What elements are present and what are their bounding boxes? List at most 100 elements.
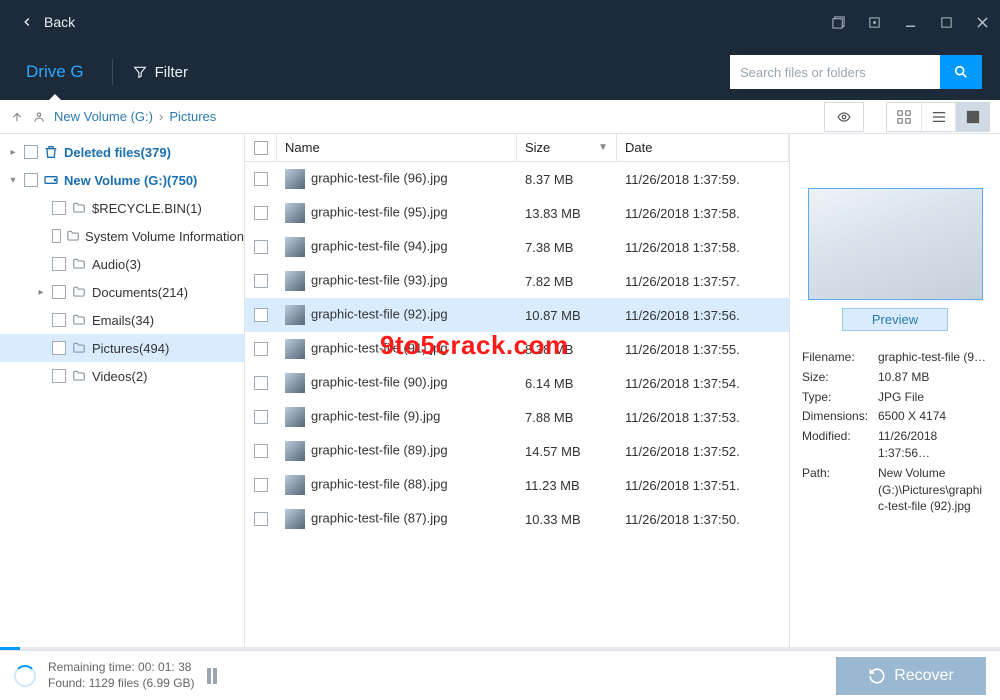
folder-icon (65, 228, 81, 244)
table-row[interactable]: graphic-test-file (93).jpg7.82 MB11/26/2… (245, 264, 789, 298)
checkbox[interactable] (254, 274, 268, 288)
file-date-cell: 11/26/2018 1:37:58. (617, 206, 789, 221)
checkbox[interactable] (254, 206, 268, 220)
tree-item[interactable]: Videos(2) (0, 362, 244, 390)
view-details-button[interactable] (955, 103, 989, 131)
recover-button[interactable]: Recover (836, 657, 986, 695)
checkbox[interactable] (254, 444, 268, 458)
file-date-cell: 11/26/2018 1:37:52. (617, 444, 789, 459)
file-date-cell: 11/26/2018 1:37:50. (617, 512, 789, 527)
table-row[interactable]: graphic-test-file (94).jpg7.38 MB11/26/2… (245, 230, 789, 264)
thumbnail-icon (285, 169, 305, 189)
checkbox[interactable] (52, 257, 66, 271)
scan-status: Remaining time: 00: 01: 38 Found: 1129 f… (48, 660, 195, 691)
search-input[interactable] (730, 55, 940, 89)
tree-item[interactable]: Audio(3) (0, 250, 244, 278)
user-location-icon[interactable] (32, 110, 46, 124)
search-icon (953, 64, 969, 80)
chevron-right-icon[interactable]: ▸ (6, 147, 20, 158)
window-restore-small-button[interactable] (820, 7, 856, 37)
thumbnail-icon (285, 441, 305, 461)
select-all-checkbox[interactable] (254, 141, 268, 155)
preview-toggle-button[interactable] (824, 102, 864, 132)
checkbox[interactable] (52, 369, 66, 383)
pause-button[interactable] (207, 668, 217, 684)
nav-up-icon[interactable] (10, 110, 24, 124)
file-date-cell: 11/26/2018 1:37:54. (617, 376, 789, 391)
file-size-cell: 7.88 MB (517, 410, 617, 425)
checkbox[interactable] (52, 201, 66, 215)
window-close-button[interactable] (964, 7, 1000, 37)
table-row[interactable]: graphic-test-file (96).jpg8.37 MB11/26/2… (245, 162, 789, 196)
breadcrumb-root[interactable]: New Volume (G:) (54, 109, 153, 124)
window-maximize-button[interactable] (928, 7, 964, 37)
thumbnail-icon (285, 475, 305, 495)
checkbox[interactable] (254, 376, 268, 390)
checkbox[interactable] (254, 240, 268, 254)
filter-label: Filter (155, 64, 188, 81)
checkbox[interactable] (254, 478, 268, 492)
checkbox[interactable] (52, 341, 66, 355)
view-list-button[interactable] (921, 103, 955, 131)
thumbnail-icon (285, 509, 305, 529)
tree-item-new-volume[interactable]: ▾ New Volume (G:)(750) (0, 166, 244, 194)
thumbnail-icon (285, 305, 305, 325)
folder-icon (70, 340, 88, 356)
folder-icon (70, 200, 88, 216)
table-row[interactable]: graphic-test-file (95).jpg13.83 MB11/26/… (245, 196, 789, 230)
tree-item[interactable]: Emails(34) (0, 306, 244, 334)
breadcrumb: New Volume (G:) › Pictures (54, 109, 216, 124)
table-row[interactable]: graphic-test-file (87).jpg10.33 MB11/26/… (245, 502, 789, 536)
table-row[interactable]: graphic-test-file (92).jpg10.87 MB11/26/… (245, 298, 789, 332)
file-size-cell: 10.33 MB (517, 512, 617, 527)
file-name-cell: graphic-test-file (92).jpg (277, 305, 517, 325)
chevron-down-icon[interactable]: ▾ (6, 175, 20, 186)
checkbox[interactable] (254, 410, 268, 424)
checkbox[interactable] (254, 308, 268, 322)
drive-tab[interactable]: Drive G (18, 44, 92, 100)
view-grid-button[interactable] (887, 103, 921, 131)
search-button[interactable] (940, 55, 982, 89)
table-row[interactable]: graphic-test-file (91).jpg8.38 MB11/26/2… (245, 332, 789, 366)
checkbox[interactable] (52, 285, 66, 299)
table-row[interactable]: graphic-test-file (9).jpg7.88 MB11/26/20… (245, 400, 789, 434)
table-row[interactable]: graphic-test-file (88).jpg11.23 MB11/26/… (245, 468, 789, 502)
file-size-cell: 6.14 MB (517, 376, 617, 391)
tree-item[interactable]: $RECYCLE.BIN(1) (0, 194, 244, 222)
tree-item-deleted-files[interactable]: ▸ Deleted files(379) (0, 138, 244, 166)
spinner-icon (14, 665, 36, 687)
eye-icon (835, 110, 853, 124)
column-header-date[interactable]: Date (617, 134, 789, 161)
file-date-cell: 11/26/2018 1:37:53. (617, 410, 789, 425)
checkbox[interactable] (52, 229, 61, 243)
meta-key: Path: (802, 465, 878, 515)
checkbox[interactable] (24, 145, 38, 159)
table-row[interactable]: graphic-test-file (90).jpg6.14 MB11/26/2… (245, 366, 789, 400)
tree-item[interactable]: ▸Documents(214) (0, 278, 244, 306)
checkbox[interactable] (254, 172, 268, 186)
column-header-size[interactable]: Size▼ (517, 134, 617, 161)
file-size-cell: 14.57 MB (517, 444, 617, 459)
chevron-right-icon[interactable]: ▸ (34, 287, 48, 298)
filter-button[interactable]: Filter (133, 64, 188, 81)
checkbox[interactable] (254, 512, 268, 526)
tree-item[interactable]: System Volume Information (0, 222, 244, 250)
preview-button[interactable]: Preview (842, 308, 948, 331)
checkbox[interactable] (254, 342, 268, 356)
file-size-cell: 7.38 MB (517, 240, 617, 255)
window-pin-button[interactable] (856, 7, 892, 37)
checkbox[interactable] (24, 173, 38, 187)
file-size-cell: 8.38 MB (517, 342, 617, 357)
breadcrumb-current[interactable]: Pictures (169, 109, 216, 124)
tree-label: Emails(34) (92, 313, 154, 328)
file-name-cell: graphic-test-file (91).jpg (277, 339, 517, 359)
column-header-name[interactable]: Name (277, 134, 517, 161)
window-minimize-button[interactable] (892, 7, 928, 37)
back-button[interactable]: Back (0, 14, 95, 30)
file-date-cell: 11/26/2018 1:37:56. (617, 308, 789, 323)
file-name-cell: graphic-test-file (88).jpg (277, 475, 517, 495)
checkbox[interactable] (52, 313, 66, 327)
remaining-time-label: Remaining time: 00: 01: 38 (48, 660, 195, 676)
table-row[interactable]: graphic-test-file (89).jpg14.57 MB11/26/… (245, 434, 789, 468)
tree-item[interactable]: Pictures(494) (0, 334, 244, 362)
